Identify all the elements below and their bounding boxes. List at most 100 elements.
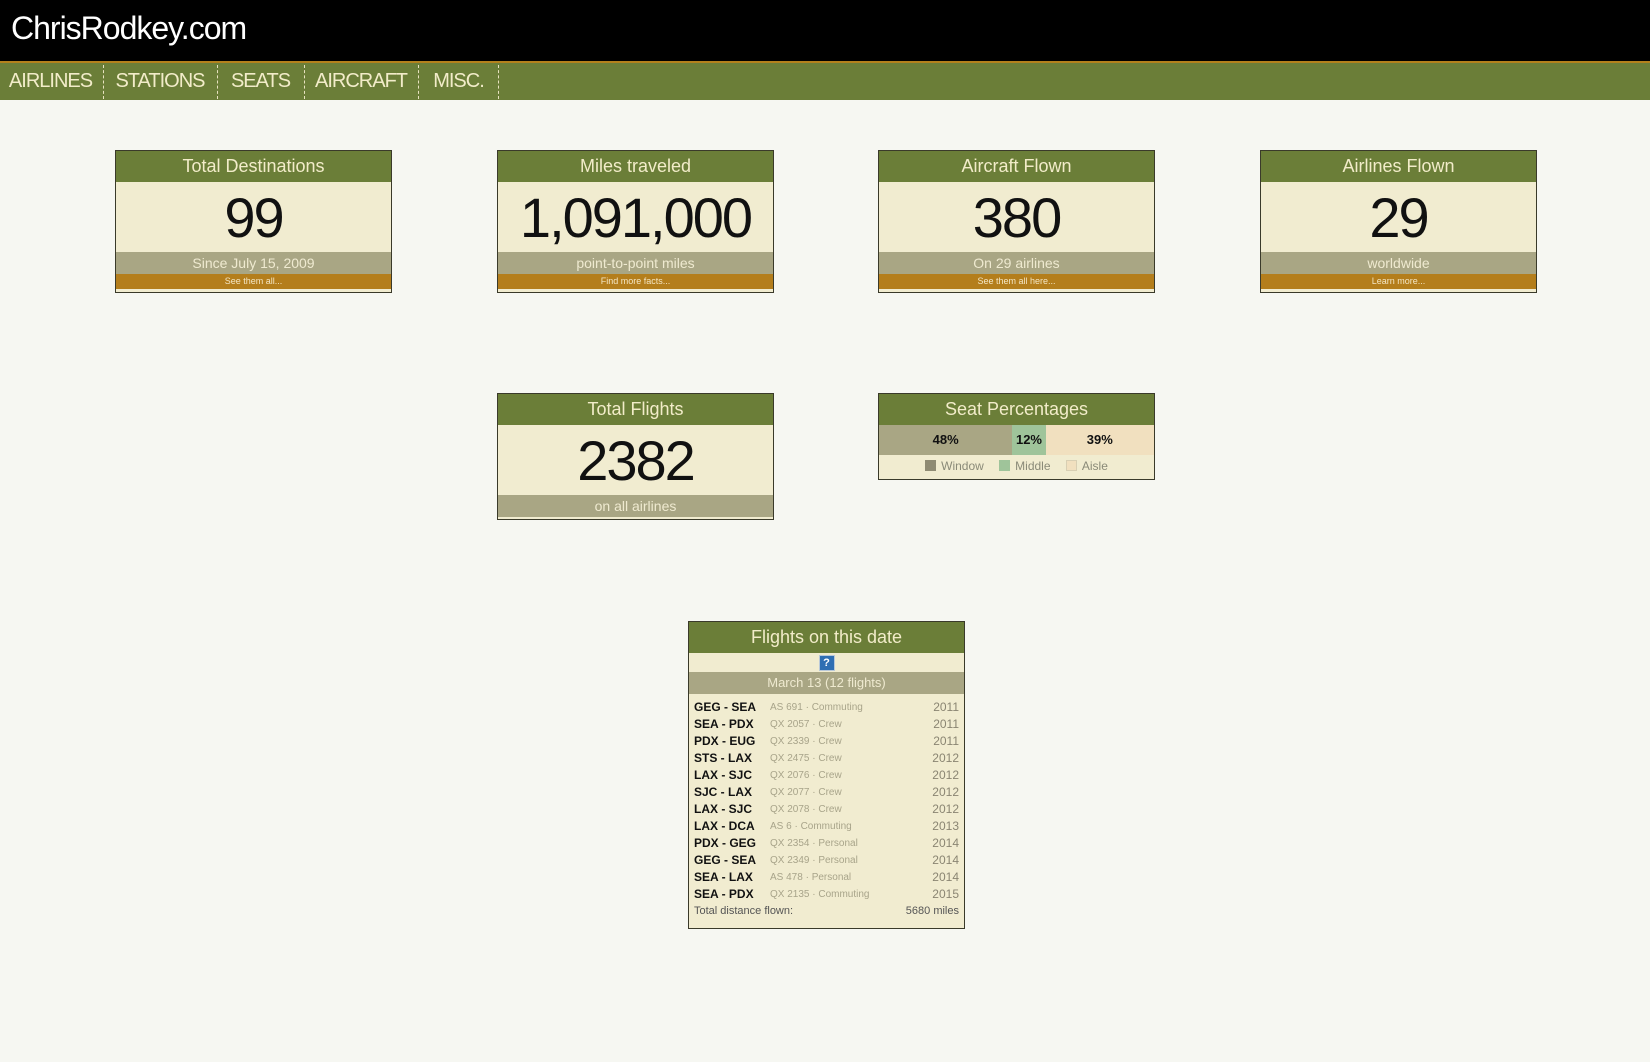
middle-swatch [999, 460, 1011, 471]
legend-label: Window [941, 459, 984, 473]
seat-segment-window: 48% [879, 425, 1013, 455]
total-distance-label: Total distance flown: [694, 905, 794, 917]
flight-row[interactable]: PDX - GEG QX 2354 · Personal 2014 [694, 835, 959, 852]
card-link[interactable]: See them all here... [879, 274, 1154, 289]
card-subtitle: Since July 15, 2009 [116, 252, 391, 274]
flight-row[interactable]: LAX - SJC QX 2076 · Crew 2012 [694, 767, 959, 784]
card-subtitle: On 29 airlines [879, 252, 1154, 274]
destinations-card: Total Destinations 99 Since July 15, 200… [115, 150, 392, 293]
flight-info: QX 2076 · Crew [770, 770, 842, 781]
nav-misc[interactable]: MISC. [419, 63, 498, 100]
total-distance-value: 5680 miles [905, 905, 959, 917]
flight-year: 2012 [932, 768, 959, 782]
flights-card: Total Flights 2382 on all airlines [497, 393, 774, 520]
site-title[interactable]: ChrisRodkey.com [11, 10, 247, 47]
flight-row[interactable]: PDX - EUG QX 2339 · Crew 2011 [694, 733, 959, 750]
aisle-swatch [1065, 460, 1077, 471]
flight-info: QX 2354 · Personal [770, 838, 858, 849]
legend-item-middle: Middle [999, 455, 1051, 478]
seat-percentage-bar: 48% 12% 39% [879, 425, 1154, 455]
total-distance-row: Total distance flown: 5680 miles [694, 903, 959, 919]
seat-segment-aisle: 39% [1045, 425, 1154, 455]
card-subtitle: worldwide [1261, 252, 1536, 274]
flight-route: PDX - GEG [694, 836, 757, 850]
flight-year: 2012 [932, 785, 959, 799]
flight-year: 2012 [932, 751, 959, 765]
flight-info: AS 478 · Personal [770, 872, 852, 883]
flight-info: QX 2078 · Crew [770, 804, 842, 815]
flight-route: STS - LAX [694, 751, 753, 765]
card-value: 99 [224, 186, 284, 249]
flight-route: LAX - SJC [694, 768, 753, 782]
flight-row[interactable]: SJC - LAX QX 2077 · Crew 2012 [694, 784, 959, 801]
card-title: Total Destinations [116, 151, 391, 182]
flight-route: LAX - DCA [694, 819, 755, 833]
window-swatch [925, 460, 937, 471]
seat-segment-middle: 12% [1012, 425, 1046, 455]
flight-info: QX 2077 · Crew [770, 787, 842, 798]
card-title: Aircraft Flown [879, 151, 1154, 182]
miles-card: Miles traveled 1,091,000 point-to-point … [497, 150, 774, 293]
card-subtitle: point-to-point miles [498, 252, 773, 274]
flight-year: 2012 [932, 802, 959, 816]
seat-legend: Window Middle Aisle [879, 455, 1154, 478]
main-nav: AIRLINES STATIONS SEATS AIRCRAFT MISC. [0, 63, 1650, 100]
flight-route: SEA - PDX [694, 887, 754, 901]
flight-year: 2015 [932, 887, 959, 901]
flight-year: 2011 [933, 700, 959, 714]
flight-info: AS 6 · Commuting [770, 821, 852, 832]
flight-row[interactable]: GEG - SEA QX 2349 · Personal 2014 [694, 852, 959, 869]
flight-route: SJC - LAX [694, 785, 753, 799]
flight-row[interactable]: SEA - PDX QX 2135 · Commuting 2015 [694, 886, 959, 903]
card-title: Seat Percentages [879, 394, 1154, 425]
card-title: Airlines Flown [1261, 151, 1536, 182]
flight-list: GEG - SEA AS 691 · Commuting 2011 SEA - PDX… [689, 694, 964, 922]
flight-row[interactable]: SEA - PDX QX 2057 · Crew 2011 [694, 716, 959, 733]
card-link[interactable]: Learn more... [1261, 274, 1536, 289]
flight-info: QX 2135 · Commuting [770, 889, 870, 900]
nav-divider [498, 65, 499, 99]
card-link[interactable]: Find more facts... [498, 274, 773, 289]
help-icon[interactable]: ? [818, 655, 835, 671]
legend-label: Middle [1015, 459, 1051, 473]
flight-route: SEA - PDX [694, 717, 754, 731]
help-row: ? [689, 653, 964, 672]
flight-year: 2014 [932, 853, 959, 867]
card-subtitle: on all airlines [498, 495, 773, 517]
nav-airlines[interactable]: AIRLINES [0, 63, 101, 100]
airlines-card: Airlines Flown 29 worldwide Learn more..… [1260, 150, 1537, 293]
flight-info: AS 691 · Commuting [770, 702, 863, 713]
card-title: Total Flights [498, 394, 773, 425]
flight-row[interactable]: SEA - LAX AS 478 · Personal 2014 [694, 869, 959, 886]
nav-aircraft[interactable]: AIRCRAFT [305, 63, 417, 100]
seat-percentages-card: Seat Percentages 48% 12% 39% Window Midd… [878, 393, 1155, 480]
card-value: 1,091,000 [519, 186, 753, 249]
card-value: 380 [972, 186, 1062, 249]
flight-row[interactable]: STS - LAX QX 2475 · Crew 2012 [694, 750, 959, 767]
flight-year: 2013 [932, 819, 959, 833]
card-link[interactable]: See them all... [116, 274, 391, 289]
flight-row[interactable]: LAX - DCA AS 6 · Commuting 2013 [694, 818, 959, 835]
flight-info: QX 2475 · Crew [770, 753, 842, 764]
card-title: Flights on this date [689, 622, 964, 653]
flight-year: 2014 [932, 870, 959, 884]
nav-seats[interactable]: SEATS [218, 63, 303, 100]
flight-info: QX 2339 · Crew [770, 736, 842, 747]
nav-stations[interactable]: STATIONS [104, 63, 216, 100]
date-label: March 13 (12 flights) [689, 672, 964, 694]
flight-route: SEA - LAX [694, 870, 753, 884]
legend-item-window: Window [925, 455, 984, 478]
flight-row[interactable]: GEG - SEA AS 691 · Commuting 2011 [694, 699, 959, 716]
flight-info: QX 2057 · Crew [770, 719, 842, 730]
card-title: Miles traveled [498, 151, 773, 182]
flight-year: 2011 [933, 734, 959, 748]
flight-year: 2014 [932, 836, 959, 850]
flight-row[interactable]: LAX - SJC QX 2078 · Crew 2012 [694, 801, 959, 818]
flight-route: LAX - SJC [694, 802, 753, 816]
flights-on-this-date-card: Flights on this date ? March 13 (12 flig… [688, 621, 965, 929]
flight-info: QX 2349 · Personal [770, 855, 858, 866]
card-value: 2382 [577, 429, 696, 492]
legend-label: Aisle [1081, 459, 1108, 473]
flight-route: PDX - EUG [694, 734, 756, 748]
flight-route: GEG - SEA [694, 853, 757, 867]
